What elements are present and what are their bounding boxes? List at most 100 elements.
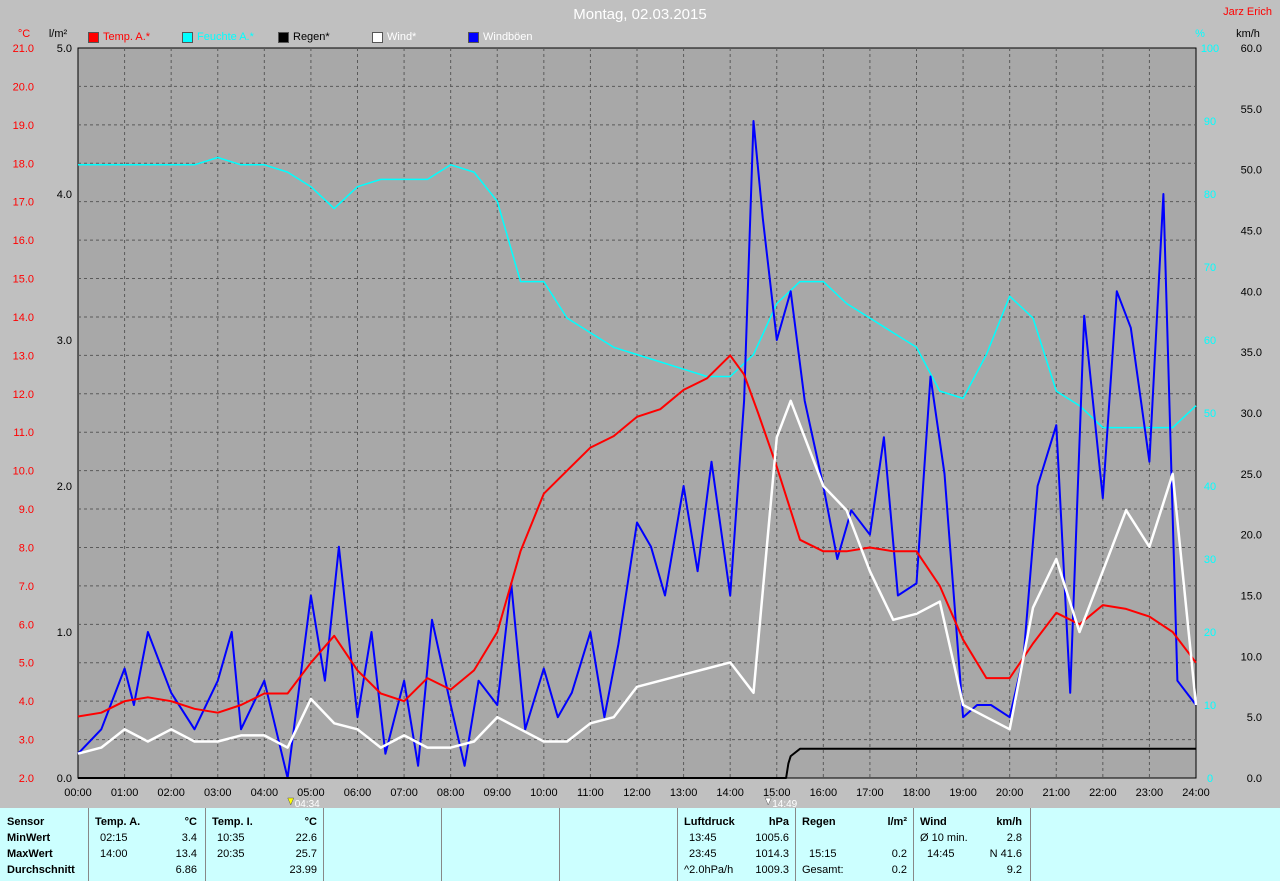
humidity-tick-label: 100 xyxy=(1201,43,1219,55)
humidity-tick-label: 90 xyxy=(1204,116,1216,128)
chart-canvas: °C l/m²% km/h 21.0 20.0 19.0 18.0 17.0 16.0 15.0 1… xyxy=(13,28,1262,808)
wind-tick-label: 25.0 xyxy=(1241,469,1262,481)
humidity-tick-label: 70 xyxy=(1204,262,1216,274)
time-tick-label: 07:00 xyxy=(390,787,418,799)
temp-tick-label: 12.0 xyxy=(13,389,34,401)
sunset-marker xyxy=(764,797,772,806)
temp-tick-label: 7.0 xyxy=(19,581,34,593)
stats-temp-a-min-value: 3.4 xyxy=(181,832,197,844)
stats-temp-a-max-time: 14:00 xyxy=(100,848,128,860)
wind-tick-label: 15.0 xyxy=(1241,591,1262,603)
time-tick-label: 02:00 xyxy=(157,787,185,799)
time-tick-label: 14:00 xyxy=(716,787,744,799)
stats-rain-max-value: 0.2 xyxy=(891,848,907,860)
time-tick-label: 18:00 xyxy=(903,787,931,799)
legend-label-temp: Temp. A.* xyxy=(103,31,151,43)
time-tick-label: 05:00 xyxy=(297,787,325,799)
stats-unit-rain: l/m² xyxy=(887,816,907,828)
wind-tick-label: 0.0 xyxy=(1247,773,1262,785)
legend-label-gusts: Windböen xyxy=(483,31,533,43)
stats-col-empty-1 xyxy=(323,808,442,881)
temp-tick-label: 15.0 xyxy=(13,274,34,286)
stats-col-wind: Wind km/h Ø 10 min. 2.8 14:45 N 41.6 9.2 xyxy=(913,808,1031,881)
statistics-panel: Sensor MinWert MaxWert Durchschnitt Temp… xyxy=(0,808,1280,881)
wind-tick-label: 45.0 xyxy=(1241,226,1262,238)
stats-temp-i-avg-value: 23.99 xyxy=(289,864,317,876)
stats-pressure-avg-value: 1009.3 xyxy=(755,864,789,876)
stats-row-avg: Durchschnitt xyxy=(7,864,75,876)
stats-header-temp-i: Temp. I. xyxy=(212,816,253,828)
time-tick-label: 22:00 xyxy=(1089,787,1117,799)
stats-temp-a-avg-value: 6.86 xyxy=(175,864,197,876)
time-tick-label: 20:00 xyxy=(996,787,1024,799)
wind-tick-label: 10.0 xyxy=(1241,651,1262,663)
stats-rain-total-value: 0.2 xyxy=(891,864,907,876)
chart-title: Montag, 02.03.2015 xyxy=(573,6,707,23)
time-tick-label: 15:00 xyxy=(763,787,791,799)
stats-wind-min-value: 2.8 xyxy=(1006,832,1022,844)
stats-row-min: MinWert xyxy=(7,832,51,844)
humidity-tick-label: 40 xyxy=(1204,481,1216,493)
time-tick-label: 19:00 xyxy=(949,787,977,799)
humidity-tick-label: 20 xyxy=(1204,627,1216,639)
legend-swatch-gusts xyxy=(468,31,479,43)
temp-tick-label: 19.0 xyxy=(13,120,34,132)
stats-unit-wind: km/h xyxy=(996,816,1022,828)
rain-axis-unit: l/m² xyxy=(49,28,68,40)
time-tick-label: 09:00 xyxy=(483,787,511,799)
stats-temp-i-min-time: 10:35 xyxy=(217,832,245,844)
temp-tick-label: 11.0 xyxy=(13,427,34,439)
rain-tick-label: 1.0 xyxy=(57,627,72,639)
legend-item-temp: Temp. A.* xyxy=(88,31,150,43)
stats-header-pressure: Luftdruck xyxy=(684,816,735,828)
stats-col-pressure: Luftdruck hPa 13:45 1005.6 23:45 1014.3 … xyxy=(677,808,796,881)
sunset-label: 14:49 xyxy=(772,799,797,808)
temp-tick-label: 5.0 xyxy=(19,658,34,670)
humidity-axis-unit: % xyxy=(1195,28,1205,40)
time-tick-label: 06:00 xyxy=(344,787,372,799)
stats-unit-temp-a: °C xyxy=(184,816,197,828)
legend-label-humidity: Feuchte A.* xyxy=(197,31,254,43)
rain-tick-label: 3.0 xyxy=(57,335,72,347)
temp-tick-label: 18.0 xyxy=(13,158,34,170)
stats-pressure-min-time: 13:45 xyxy=(689,832,717,844)
time-tick-label: 08:00 xyxy=(437,787,465,799)
stats-row-max: MaxWert xyxy=(7,848,53,860)
rain-tick-label: 5.0 xyxy=(57,43,72,55)
stats-col-rain: Regen l/m² 15:15 0.2 Gesamt: 0.2 xyxy=(795,808,914,881)
stats-header-sensor: Sensor xyxy=(7,816,45,828)
stats-wind-avg-label: Ø 10 min. xyxy=(920,832,968,844)
legend-swatch-rain xyxy=(278,31,289,43)
stats-wind-avg-value: 9.2 xyxy=(1006,864,1022,876)
rain-tick-label: 0.0 xyxy=(57,773,72,785)
stats-temp-a-max-value: 13.4 xyxy=(175,848,197,860)
time-tick-label: 23:00 xyxy=(1136,787,1164,799)
time-tick-label: 17:00 xyxy=(856,787,884,799)
humidity-tick-label: 30 xyxy=(1204,554,1216,566)
stats-col-empty-3 xyxy=(559,808,678,881)
stats-pressure-max-time: 23:45 xyxy=(689,848,717,860)
legend-item-humidity: Feuchte A.* xyxy=(182,31,254,43)
stats-unit-temp-i: °C xyxy=(304,816,317,828)
stats-pressure-min-value: 1005.6 xyxy=(755,832,789,844)
stats-header-rain: Regen xyxy=(802,816,836,828)
wind-tick-label: 35.0 xyxy=(1241,347,1262,359)
stats-header-temp-a: Temp. A. xyxy=(95,816,141,828)
stats-pressure-trend: ^2.0hPa/h xyxy=(684,864,734,876)
time-tick-label: 04:00 xyxy=(251,787,279,799)
temp-tick-label: 8.0 xyxy=(19,542,34,554)
stats-header-wind: Wind xyxy=(920,816,947,828)
wind-axis-unit: km/h xyxy=(1236,28,1260,40)
rain-tick-label: 2.0 xyxy=(57,481,72,493)
legend-item-rain: Regen* xyxy=(278,31,330,43)
rain-tick-label: 4.0 xyxy=(57,189,72,201)
wind-tick-label: 50.0 xyxy=(1241,165,1262,177)
temp-axis-unit: °C xyxy=(18,28,30,40)
wind-tick-label: 30.0 xyxy=(1241,408,1262,420)
temp-tick-label: 21.0 xyxy=(13,43,34,55)
stats-temp-i-min-value: 22.6 xyxy=(295,832,317,844)
time-tick-label: 13:00 xyxy=(670,787,698,799)
temp-tick-label: 4.0 xyxy=(19,696,34,708)
stats-col-temp-a: Temp. A. °C 02:15 3.4 14:00 13.4 6.86 xyxy=(88,808,206,881)
wind-tick-label: 60.0 xyxy=(1241,43,1262,55)
